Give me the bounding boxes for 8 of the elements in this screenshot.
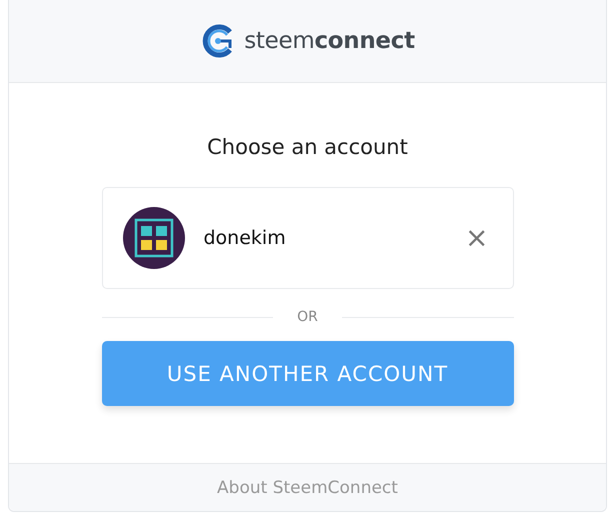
divider-label: OR: [297, 309, 318, 325]
account-item[interactable]: donekim ×: [102, 187, 514, 289]
about-link[interactable]: About SteemConnect: [217, 478, 398, 498]
remove-button[interactable]: ×: [461, 224, 492, 252]
page-title: Choose an account: [207, 135, 408, 159]
use-another-account-button[interactable]: USE ANOTHER ACCOUNT: [102, 341, 514, 406]
account-name: donekim: [204, 227, 287, 249]
logo-text: steemconnect: [244, 28, 415, 54]
